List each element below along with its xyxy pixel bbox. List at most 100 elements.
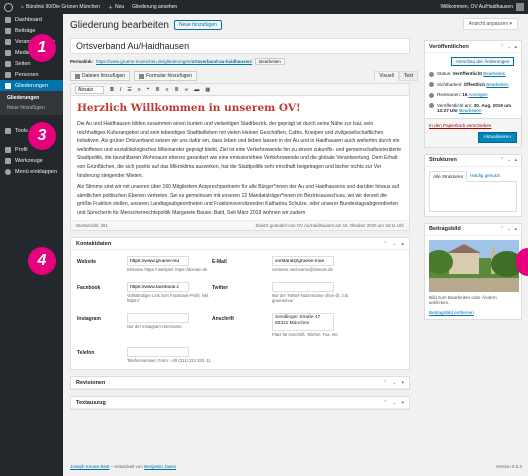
publish-box-header[interactable]: Veröffentlichen ⌃ ⌄ ▴ <box>425 41 521 53</box>
editor: Absatz B I ☰ ≡ ❝ ≣ ≡ ≣ ∞ ▬ ▦ Herzlich Wi… <box>70 83 410 231</box>
content-paragraph: Die Au und Haidhausen bilden zusammen ei… <box>77 121 402 179</box>
contacts-box-header[interactable]: Kontaktdaten ⌃ ⌄ ▴ <box>71 238 409 250</box>
update-button[interactable]: Aktualisieren <box>477 131 517 143</box>
screen-options-button[interactable]: Ansicht anpassen ▾ <box>462 18 518 30</box>
chevron-down-icon[interactable]: ⌄ <box>507 226 511 232</box>
tab-popular-structures[interactable]: Häufig genutzt <box>467 171 503 181</box>
tab-visual[interactable]: Visuell <box>374 71 399 81</box>
address-textarea[interactable]: Sendlinger Straße 47 80331 München <box>272 313 334 331</box>
structures-list[interactable] <box>429 181 517 212</box>
permalink-label: Permalink: <box>70 59 94 64</box>
italic-icon[interactable]: I <box>120 87 121 93</box>
toolbar-toggle-icon[interactable]: ▦ <box>205 87 210 93</box>
post-title-input[interactable]: Ortsverband Au/Haidhausen <box>70 38 410 54</box>
published-edit-link[interactable]: Bearbeiten <box>459 108 481 113</box>
collapse-icon[interactable]: ▴ <box>401 241 404 247</box>
tab-all-structures[interactable]: Alle Strukturen <box>429 170 468 182</box>
tab-text[interactable]: Text <box>398 71 418 81</box>
status-value: Veröffentlicht <box>452 71 482 76</box>
visibility-edit-link[interactable]: Bearbeiten <box>486 82 508 87</box>
chevron-down-icon[interactable]: ⌄ <box>392 400 396 406</box>
permalink-link[interactable]: https://www.gruene-muenchen.de/gliederun… <box>96 59 252 64</box>
footer-link[interactable]: Joseph Knows Best <box>70 464 110 469</box>
sidebar-item-collapse[interactable]: Menü einklappen <box>0 166 63 177</box>
submenu-item-structures[interactable]: Gliederungen <box>0 93 63 103</box>
main-content: Gliederung bearbeiten Neue hinzufügen Or… <box>70 18 418 410</box>
link-icon[interactable]: ∞ <box>185 87 189 93</box>
align-center-icon[interactable]: ≡ <box>166 87 169 93</box>
structures-box-header[interactable]: Strukturen ⌃ ⌄ ▴ <box>425 155 521 167</box>
wordpress-logo-icon[interactable] <box>4 2 13 12</box>
footer-link[interactable]: Benjamin Jasen <box>144 464 176 469</box>
facebook-input[interactable] <box>127 282 189 292</box>
add-media-button[interactable]: Dateien hinzufügen <box>70 71 131 81</box>
status-edit-link[interactable]: Bearbeiten <box>483 71 505 76</box>
collapse-icon[interactable]: ▾ <box>401 380 404 386</box>
permalink-edit-button[interactable]: Bearbeiten <box>255 58 285 65</box>
more-icon[interactable]: ▬ <box>194 87 199 93</box>
sidebar-item-people[interactable]: Personen <box>0 69 63 80</box>
chevron-down-icon[interactable]: ⌄ <box>507 44 511 50</box>
email-input[interactable] <box>272 256 334 266</box>
view-structure-link[interactable]: Gliederung ansehen <box>132 4 177 10</box>
admin-footer: Joseph Knows Best – entwickelt von Benja… <box>70 464 522 469</box>
home-icon[interactable]: ⌂ Bündnis 90/Die Grünen München <box>21 4 100 10</box>
chevron-down-icon[interactable]: ⌄ <box>392 241 396 247</box>
chevron-up-icon[interactable]: ⌃ <box>383 400 387 406</box>
sidebar-item-pages[interactable]: Seiten <box>0 58 63 69</box>
remove-featured-image-link[interactable]: Beitragsbild entfernen <box>429 310 517 315</box>
published-row: Veröffentlicht am: 30. Aug. 2019 um 13:2… <box>429 103 517 114</box>
site-name[interactable]: Bündnis 90/Die Grünen München <box>26 4 100 10</box>
trash-link[interactable]: In den Papierkorb verschieben <box>429 123 517 128</box>
user-menu[interactable]: Willkommen, OV Au/Haidhausen <box>440 3 524 11</box>
footer-text: – entwickelt von <box>109 464 145 469</box>
sidebar-item-utilities[interactable]: Werkzeuge <box>0 155 63 166</box>
submenu-item-add-new[interactable]: Neue hinzufügen <box>0 103 63 113</box>
chevron-up-icon[interactable]: ⌃ <box>500 226 504 232</box>
sidebar-item-label: Beiträge <box>15 27 36 34</box>
align-left-icon[interactable]: ≣ <box>155 87 159 93</box>
chevron-up-icon[interactable]: ⌃ <box>383 241 387 247</box>
phone-input[interactable] <box>127 347 189 357</box>
structures-tabs: Alle Strukturen Häufig genutzt <box>429 170 517 182</box>
user-greeting[interactable]: Willkommen, OV Au/Haidhausen <box>440 4 513 10</box>
format-select[interactable]: Absatz <box>75 85 105 94</box>
visibility-value: Öffentlich <box>463 81 485 87</box>
add-form-button[interactable]: Formular hinzufügen <box>134 71 197 81</box>
chevron-up-icon[interactable]: ⌃ <box>500 157 504 163</box>
chevron-down-icon[interactable]: ⌄ <box>392 380 396 386</box>
website-input[interactable] <box>127 256 189 266</box>
add-new-button[interactable]: Neue hinzufügen <box>173 20 222 30</box>
preview-button[interactable]: Vorschau der Änderungen <box>451 57 515 66</box>
editor-tabs: Visuell Text <box>374 71 418 81</box>
publish-box-title: Veröffentlichen <box>429 43 469 50</box>
twitter-input[interactable] <box>272 282 334 292</box>
revisions-box-header[interactable]: Revisionen ⌃ ⌄ ▾ <box>71 377 409 389</box>
bullet-list-icon[interactable]: ☰ <box>127 87 131 93</box>
chevron-up-icon[interactable]: ⌃ <box>383 380 387 386</box>
avatar[interactable] <box>516 3 524 11</box>
editor-content[interactable]: Herzlich Willkommen in unserem OV! Die A… <box>71 96 409 220</box>
sidebar-item-posts[interactable]: Beiträge <box>0 25 63 36</box>
collapse-icon[interactable]: ▴ <box>514 157 517 163</box>
featured-image-header[interactable]: Beitragsbild ⌃ ⌄ ▴ <box>425 224 521 236</box>
calendar-icon <box>5 38 11 45</box>
align-right-icon[interactable]: ≣ <box>175 87 179 93</box>
revisions-link[interactable]: Anzeigen <box>468 92 487 97</box>
collapse-icon[interactable]: ▾ <box>401 400 404 406</box>
featured-image[interactable] <box>429 239 519 292</box>
excerpt-box-header[interactable]: Textauszug ⌃ ⌄ ▾ <box>71 397 409 409</box>
collapse-icon[interactable]: ▴ <box>514 44 517 50</box>
featured-image-note: Bild zum Bearbeiten oder Ändern anklicke… <box>429 294 497 306</box>
sidebar-item-structures[interactable]: Gliederungen <box>0 80 63 91</box>
sidebar-item-dashboard[interactable]: Dashboard <box>0 14 63 25</box>
new-content-link[interactable]: ＋ Neu <box>108 4 124 11</box>
quote-icon[interactable]: ❝ <box>147 87 150 93</box>
bold-icon[interactable]: B <box>110 87 114 93</box>
side-column: Veröffentlichen ⌃ ⌄ ▴ Vorschau der Änderun… <box>424 40 522 326</box>
collapse-icon[interactable]: ▴ <box>514 226 517 232</box>
numbered-list-icon[interactable]: ≡ <box>138 87 141 93</box>
chevron-down-icon[interactable]: ⌄ <box>507 157 511 163</box>
chevron-up-icon[interactable]: ⌃ <box>500 44 504 50</box>
instagram-input[interactable] <box>127 313 189 323</box>
